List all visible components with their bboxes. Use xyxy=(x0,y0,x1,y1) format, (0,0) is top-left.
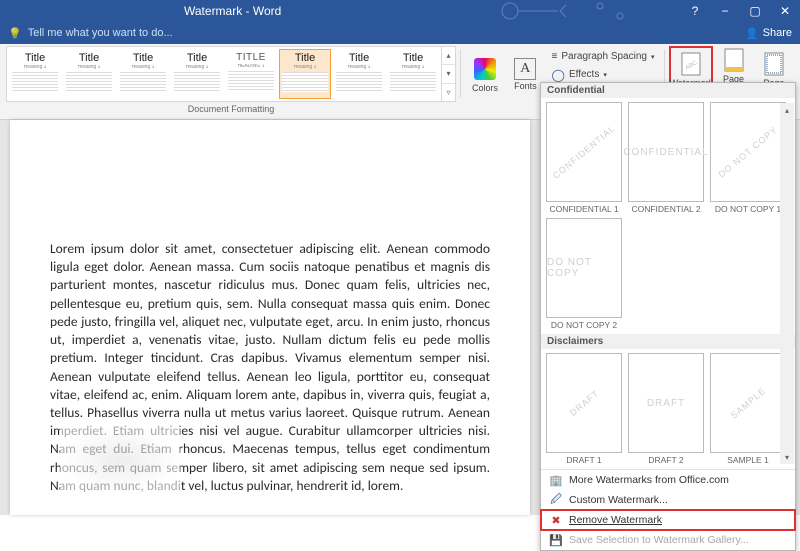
wm-text: SAMPLE xyxy=(728,386,767,421)
save-selection-item: 💾Save Selection to Watermark Gallery... xyxy=(541,530,795,550)
wm-item[interactable]: DRAFT DRAFT 2 xyxy=(627,353,705,465)
effects-icon: ◯ xyxy=(552,68,565,82)
group-label: Document Formatting xyxy=(188,104,275,114)
document-body-text[interactable]: Lorem ipsum dolor sit amet, consectetuer… xyxy=(50,240,490,495)
custom-watermark-item[interactable]: 🖉Custom Watermark... xyxy=(541,490,795,510)
window-title: Watermark - Word xyxy=(184,4,281,18)
minimize-button[interactable]: − xyxy=(710,0,740,22)
custom-icon: 🖉 xyxy=(549,493,563,507)
share-label: Share xyxy=(763,27,792,39)
style-thumb-2[interactable]: TitleHeading 1 xyxy=(117,49,169,99)
wm-grid: DRAFT DRAFT 1 DRAFT DRAFT 2 SAMPLE SAMPLE 1 xyxy=(541,349,795,469)
style-thumb-0[interactable]: TitleHeading 1 xyxy=(9,49,61,99)
style-thumb-3[interactable]: TitleHeading 1 xyxy=(171,49,223,99)
wm-item[interactable]: DO NOT COPY DO NOT COPY 1 xyxy=(709,102,787,214)
title-bar: Watermark - Word ? − ▢ ✕ xyxy=(0,0,800,22)
wm-caption: CONFIDENTIAL 1 xyxy=(549,204,618,214)
wm-grid: CONFIDENTIALCONFIDENTIAL 1CONFIDENTIALCO… xyxy=(541,98,795,334)
wm-caption: DRAFT 1 xyxy=(566,455,601,465)
colors-label: Colors xyxy=(472,84,498,93)
gallery-scroll[interactable]: ▴ ▾ ▿ xyxy=(442,46,456,102)
watermark-gallery-panel: ConfidentialCONFIDENTIALCONFIDENTIAL 1CO… xyxy=(540,82,796,551)
help-button[interactable]: ? xyxy=(680,0,710,22)
gallery-up-icon[interactable]: ▴ xyxy=(442,47,455,65)
watermark-icon: ABC xyxy=(678,51,704,77)
wm-thumb: CONFIDENTIAL xyxy=(628,102,704,202)
colors-button[interactable]: Colors xyxy=(465,46,505,102)
wm-item[interactable]: DO NOT COPY DO NOT COPY 2 xyxy=(545,218,623,330)
remove-icon: ✖ xyxy=(549,513,563,527)
style-thumb-5[interactable]: TitleHeading 1 xyxy=(279,49,331,99)
fonts-icon: A xyxy=(514,58,536,80)
wm-caption: DRAFT 2 xyxy=(648,455,683,465)
wm-section-header: Confidential xyxy=(541,83,795,98)
wm-text: DRAFT xyxy=(567,388,600,418)
wm-thumb: DO NOT COPY xyxy=(546,218,622,318)
wm-thumb: DO NOT COPY xyxy=(710,102,786,202)
close-button[interactable]: ✕ xyxy=(770,0,800,22)
decorative-circuit xyxy=(470,0,650,22)
wm-caption: SAMPLE 1 xyxy=(727,455,769,465)
watermark-menu: 🏢More Watermarks from Office.com 🖉Custom… xyxy=(541,469,795,550)
remove-watermark-item[interactable]: ✖Remove Watermark xyxy=(541,510,795,530)
paragraph-spacing-button[interactable]: ≡Paragraph Spacing▾ xyxy=(552,48,655,65)
wm-caption: DO NOT COPY 1 xyxy=(715,204,781,214)
scroll-up-icon[interactable]: ▴ xyxy=(780,103,794,117)
wm-thumb: DRAFT xyxy=(546,353,622,453)
share-icon: 👤 xyxy=(745,27,759,40)
document-page[interactable]: Lorem ipsum dolor sit amet, consectetuer… xyxy=(10,120,530,515)
wm-caption: CONFIDENTIAL 2 xyxy=(631,204,700,214)
style-thumb-6[interactable]: TitleHeading 1 xyxy=(333,49,385,99)
panel-scrollbar[interactable]: ▴ ▾ xyxy=(780,103,794,464)
style-thumb-1[interactable]: TitleHeading 1 xyxy=(63,49,115,99)
wm-item[interactable]: CONFIDENTIAL CONFIDENTIAL 1 xyxy=(545,102,623,214)
wm-item[interactable]: CONFIDENTIAL CONFIDENTIAL 2 xyxy=(627,102,705,214)
style-thumb-7[interactable]: TitleHeading 1 xyxy=(387,49,439,99)
gallery-more-icon[interactable]: ▿ xyxy=(442,84,455,101)
share-button[interactable]: 👤 Share xyxy=(745,27,792,40)
tellme-bar: 💡 Tell me what you want to do... 👤 Share xyxy=(0,22,800,44)
maximize-button[interactable]: ▢ xyxy=(740,0,770,22)
fonts-label: Fonts xyxy=(514,82,537,91)
page-borders-icon xyxy=(761,51,787,77)
lightbulb-icon: 💡 xyxy=(8,27,22,40)
wm-text: DRAFT xyxy=(647,398,685,409)
window-controls: ? − ▢ ✕ xyxy=(680,0,800,22)
style-gallery[interactable]: TitleHeading 1TitleHeading 1TitleHeading… xyxy=(6,46,442,102)
wm-text: DO NOT COPY xyxy=(717,124,780,179)
wm-caption: DO NOT COPY 2 xyxy=(551,320,617,330)
wm-thumb: DRAFT xyxy=(628,353,704,453)
gallery-down-icon[interactable]: ▾ xyxy=(442,65,455,83)
paragraph-icon: ≡ xyxy=(552,51,558,62)
office-icon: 🏢 xyxy=(549,473,563,487)
wm-text: CONFIDENTIAL xyxy=(623,147,708,158)
wm-item[interactable]: SAMPLE SAMPLE 1 xyxy=(709,353,787,465)
more-watermarks-item[interactable]: 🏢More Watermarks from Office.com xyxy=(541,470,795,490)
page-color-icon xyxy=(721,47,747,73)
document-formatting-group: TitleHeading 1TitleHeading 1TitleHeading… xyxy=(6,46,456,119)
style-thumb-4[interactable]: TITLEHEADING 1 xyxy=(225,49,277,99)
scroll-down-icon[interactable]: ▾ xyxy=(780,450,794,464)
wm-thumb: CONFIDENTIAL xyxy=(546,102,622,202)
wm-thumb: SAMPLE xyxy=(710,353,786,453)
tellme-input[interactable]: Tell me what you want to do... xyxy=(28,27,173,39)
wm-section-header: Disclaimers xyxy=(541,334,795,349)
wm-text: DO NOT COPY xyxy=(547,257,621,279)
effects-button[interactable]: ◯Effects▾ xyxy=(552,66,655,83)
wm-item[interactable]: DRAFT DRAFT 1 xyxy=(545,353,623,465)
wm-text: CONFIDENTIAL xyxy=(551,123,617,181)
colors-icon xyxy=(472,56,498,82)
save-icon: 💾 xyxy=(549,533,563,547)
